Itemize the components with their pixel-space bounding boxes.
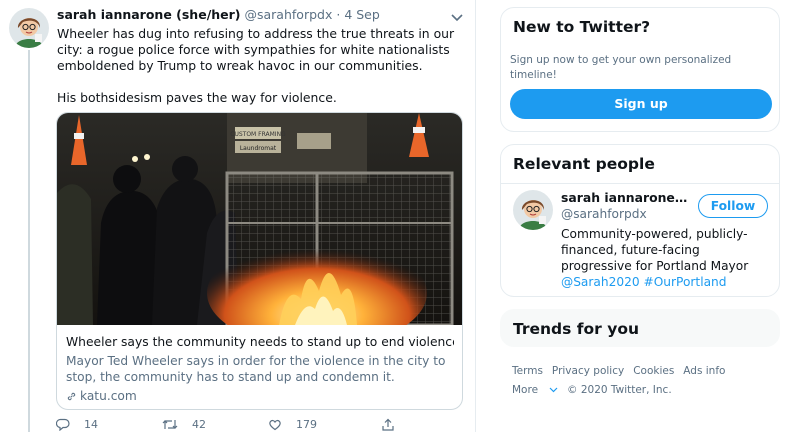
like-button[interactable]: 179: [268, 418, 317, 431]
tweet-text-line: emboldened by Trump to wreak havoc in ou…: [57, 58, 423, 73]
footer-more-label: More: [512, 384, 539, 396]
signup-button[interactable]: Sign up: [510, 89, 772, 119]
trends-title: Trends for you: [513, 320, 639, 338]
follow-button[interactable]: Follow: [698, 194, 768, 218]
retweet-icon: [162, 420, 178, 429]
new-to-twitter-description: Sign up now to get your own personalized…: [510, 54, 732, 81]
tweet-text-line: city: a rogue police force with sympathi…: [57, 42, 450, 57]
card-description-line: stop, the community has to stand up and …: [66, 370, 395, 384]
person-bio: Community-powered, publicly- financed, f…: [561, 226, 773, 290]
share-button[interactable]: [381, 418, 409, 431]
card-image: CUSTOM FRAMING Laundromat: [57, 113, 462, 348]
footer-more-button[interactable]: More: [512, 384, 558, 396]
retweet-button[interactable]: 42: [162, 418, 206, 431]
photo-sign-text: CUSTOM FRAMING: [230, 131, 286, 138]
new-to-twitter-title: New to Twitter?: [513, 18, 651, 36]
relevant-people-title: Relevant people: [513, 155, 655, 173]
tweet-text-line: His bothsidesism paves the way for viole…: [57, 90, 337, 105]
retweet-count: 42: [192, 418, 206, 431]
reply-button[interactable]: 14: [56, 418, 98, 431]
card-title[interactable]: Wheeler says the community needs to stan…: [66, 333, 454, 351]
footer-privacy-link[interactable]: Privacy policy: [552, 365, 624, 377]
reply-count: 14: [84, 418, 98, 431]
relevant-people-panel: Relevant people sarah iannarone (she/her…: [500, 144, 780, 297]
bio-mention-link[interactable]: @Sarah2020: [561, 275, 640, 289]
person-bio-line: Community-powered, publicly-: [561, 227, 748, 241]
card-domain[interactable]: katu.com: [66, 387, 454, 405]
thread-line: [28, 50, 30, 432]
author-handle[interactable]: @sarahforpdx: [245, 7, 333, 22]
trends-panel: Trends for you: [500, 309, 780, 347]
person-handle[interactable]: @sarahforpdx: [561, 207, 647, 221]
like-count: 179: [296, 418, 317, 431]
header-separator: ·: [336, 7, 341, 22]
author-name[interactable]: sarah iannarone (she/her): [57, 7, 241, 22]
link-icon: [67, 392, 76, 401]
timeline-column: sarah iannarone (she/her) @sarahforpdx ·…: [0, 0, 476, 432]
person-bio-line: progressive for Portland Mayor: [561, 259, 749, 273]
tweet-date[interactable]: 4 Sep: [344, 7, 380, 22]
photo-sign-text: Laundromat: [240, 145, 277, 152]
bio-hashtag-link[interactable]: #OurPortland: [644, 275, 727, 289]
author-avatar[interactable]: [9, 8, 49, 48]
reply-icon: [56, 418, 70, 431]
card-description-line: Mayor Ted Wheeler says in order for the …: [66, 354, 446, 368]
heart-icon: [269, 419, 281, 431]
card-description: Mayor Ted Wheeler says in order for the …: [66, 353, 454, 385]
share-icon: [382, 418, 394, 431]
chevron-down-icon: [549, 387, 558, 393]
footer-cookies-link[interactable]: Cookies: [633, 365, 674, 377]
person-avatar[interactable]: [513, 190, 553, 230]
footer-ads-link[interactable]: Ads info: [683, 365, 725, 377]
person-bio-line: financed, future-facing: [561, 243, 700, 257]
footer-terms-link[interactable]: Terms: [512, 365, 543, 377]
new-to-twitter-panel: New to Twitter? Sign up now to get your …: [500, 7, 780, 132]
sidebar-footer: Terms Privacy policy Cookies Ads info More ©…: [512, 362, 782, 400]
panel-divider: [501, 183, 779, 184]
card-domain-text: katu.com: [80, 389, 137, 403]
chevron-down-icon[interactable]: [450, 9, 464, 22]
tweet-text-line: Wheeler has dug into refusing to address…: [57, 26, 455, 41]
footer-copyright: © 2020 Twitter, Inc.: [567, 384, 672, 396]
tweet-header: sarah iannarone (she/her) @sarahforpdx ·…: [57, 7, 467, 25]
person-name[interactable]: sarah iannarone (she/her): [561, 190, 691, 205]
tweet-actions: 14 42 179: [56, 416, 406, 432]
tweet-text: Wheeler has dug into refusing to address…: [57, 26, 467, 106]
link-card[interactable]: CUSTOM FRAMING Laundromat Wheeler says t…: [56, 112, 463, 410]
